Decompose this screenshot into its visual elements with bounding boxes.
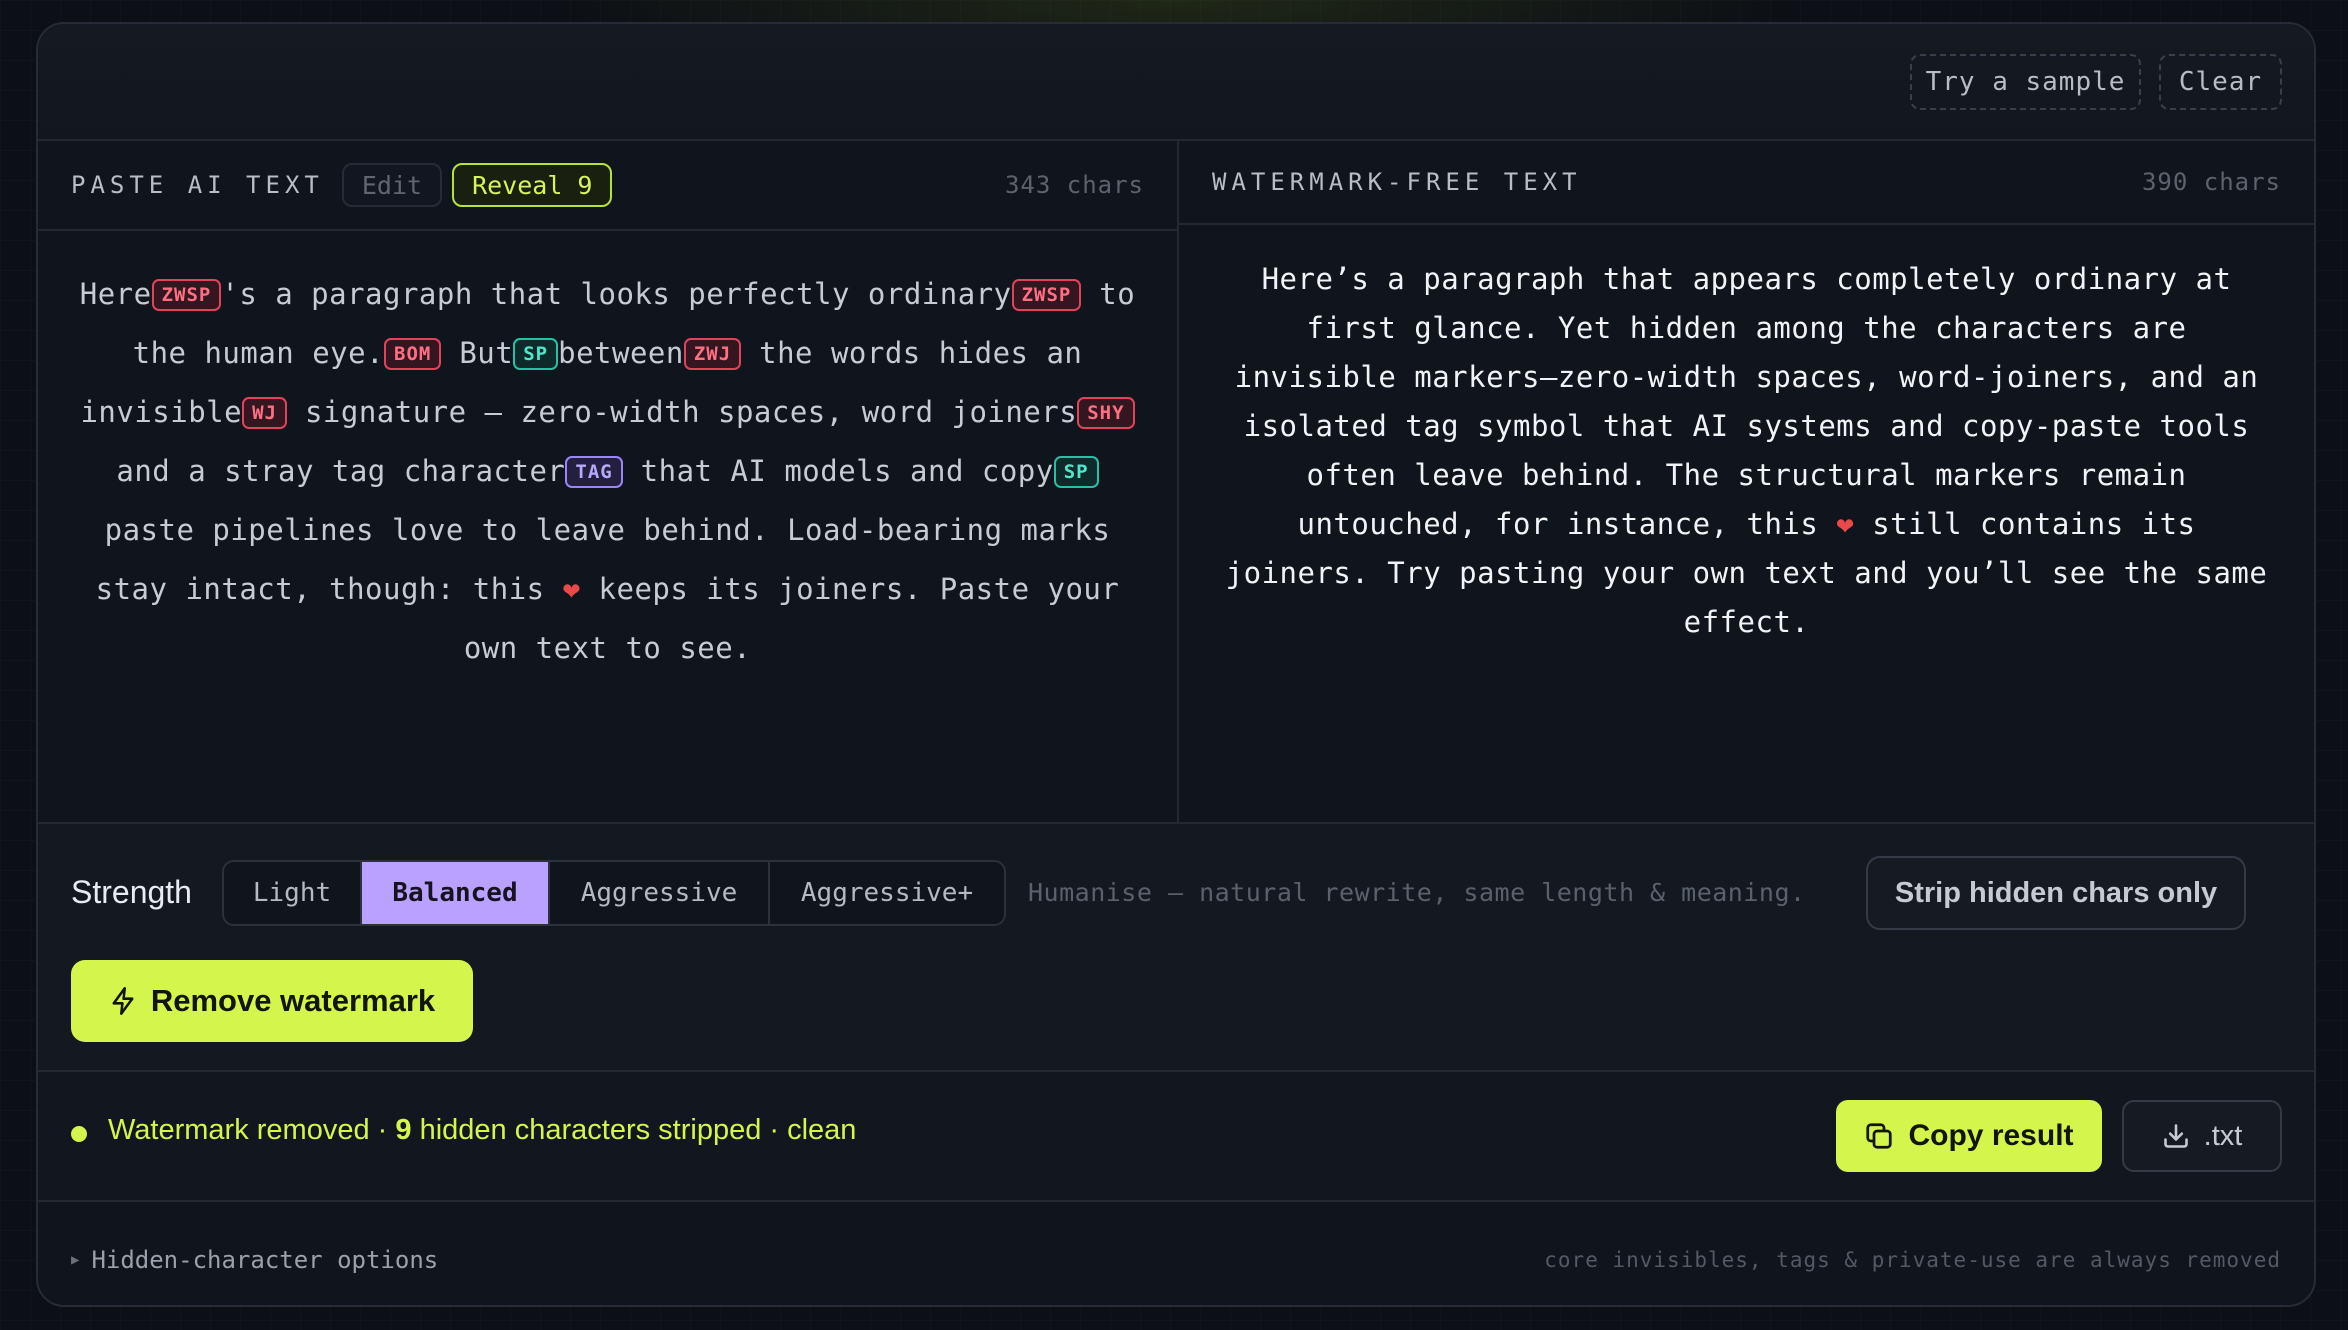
output-text-area[interactable]: Here’s a paragraph that appears complete… — [1179, 225, 2314, 677]
strip-hidden-chars-button[interactable]: Strip hidden chars only — [1866, 856, 2246, 930]
lightning-icon — [109, 986, 137, 1016]
editor-panes: PASTE AI TEXT Edit Reveal 9 343 chars He… — [38, 141, 2314, 822]
strength-aggressive-option[interactable]: Aggressive — [550, 862, 770, 924]
output-text-part1: Here’s a paragraph that appears complete… — [1234, 262, 2259, 541]
strength-aggressive-plus-option[interactable]: Aggressive+ — [770, 862, 1004, 924]
hidden-char-tag-shy: SHY — [1077, 397, 1135, 429]
download-txt-button[interactable]: .txt — [2122, 1100, 2282, 1172]
copy-result-button[interactable]: Copy result — [1836, 1100, 2102, 1172]
heart-emoji: ❤ — [562, 572, 581, 606]
top-toolbar: Try a sample Clear — [38, 24, 2314, 141]
input-text-segment: signature — zero-width spaces, word join… — [286, 395, 1078, 429]
input-text-area[interactable]: Here ZWSP's a paragraph that looks perfec… — [38, 231, 1177, 712]
clear-button[interactable]: Clear — [2159, 54, 2282, 110]
hidden-char-tag-sp: SP — [1053, 456, 1099, 488]
footer-note: core invisibles, tags & private-use are … — [1544, 1248, 2281, 1272]
input-text-segment: But — [441, 336, 514, 370]
watermark-remover-card: Try a sample Clear PASTE AI TEXT Edit Re… — [36, 22, 2316, 1307]
hidden-char-tag-zwj: ZWJ — [683, 338, 742, 370]
input-text-segment: 's a paragraph that looks perfectly ordi… — [221, 277, 1012, 311]
input-text-segment: and a stray tag character — [116, 454, 566, 488]
strength-light-option[interactable]: Light — [224, 862, 362, 924]
edit-mode-toggle[interactable]: Edit — [341, 163, 443, 207]
caret-right-icon: ▶ — [71, 1252, 80, 1268]
status-prefix: Watermark removed · — [108, 1114, 396, 1146]
hidden-char-tag-zwsp: ZWSP — [151, 279, 222, 311]
strength-balanced-option[interactable]: Balanced — [362, 862, 550, 924]
status-bar: Watermark removed · 9 hidden characters … — [38, 1072, 2314, 1202]
output-pane-title: WATERMARK-FREE TEXT — [1212, 168, 1582, 196]
reveal-mode-toggle[interactable]: Reveal 9 — [452, 163, 613, 207]
hidden-char-tag-tag: TAG — [565, 456, 623, 488]
hidden-char-tag-sp: SP — [513, 338, 559, 370]
footer: ▶ Hidden-character options core invisibl… — [38, 1202, 2314, 1305]
strength-selector: Light Balanced Aggressive Aggressive+ — [222, 860, 1006, 926]
controls-section: Strength Light Balanced Aggressive Aggre… — [38, 822, 2314, 1072]
copy-result-label: Copy result — [1908, 1119, 2074, 1152]
input-pane-header: PASTE AI TEXT Edit Reveal 9 343 chars — [38, 141, 1177, 231]
output-pane: WATERMARK-FREE TEXT 390 chars Here’s a p… — [1179, 141, 2314, 822]
download-icon — [2162, 1122, 2190, 1150]
try-sample-button[interactable]: Try a sample — [1910, 54, 2141, 110]
hidden-char-options-toggle[interactable]: ▶ Hidden-character options — [71, 1246, 438, 1274]
strength-hint: Humanise — natural rewrite, same length … — [1028, 878, 1806, 907]
remove-watermark-button[interactable]: Remove watermark — [71, 960, 473, 1042]
input-text-segment: Here — [79, 277, 152, 311]
input-text-segment: that AI models and copy — [622, 454, 1054, 488]
remove-watermark-label: Remove watermark — [150, 983, 436, 1018]
download-txt-label: .txt — [2203, 1119, 2243, 1152]
input-pane-title: PASTE AI TEXT — [71, 171, 324, 199]
input-char-count: 343 chars — [1004, 171, 1144, 199]
hidden-char-tag-wj: WJ — [242, 397, 287, 429]
status-suffix: hidden characters stripped · clean — [411, 1114, 857, 1146]
strength-label: Strength — [71, 874, 192, 910]
output-pane-header: WATERMARK-FREE TEXT 390 chars — [1179, 141, 2314, 225]
hidden-char-tag-zwsp: ZWSP — [1011, 279, 1082, 311]
hidden-char-options-label: Hidden-character options — [91, 1246, 439, 1274]
heart-emoji: ❤ — [1836, 507, 1855, 541]
status-count: 9 — [395, 1114, 412, 1146]
input-text-segment: between — [558, 336, 684, 370]
output-char-count: 390 chars — [2141, 168, 2281, 196]
copy-icon — [1864, 1121, 1894, 1151]
status-dot-icon — [71, 1126, 87, 1142]
input-pane: PASTE AI TEXT Edit Reveal 9 343 chars He… — [38, 141, 1179, 822]
hidden-char-tag-bom: BOM — [384, 338, 442, 370]
status-message: Watermark removed · 9 hidden characters … — [108, 1114, 856, 1147]
